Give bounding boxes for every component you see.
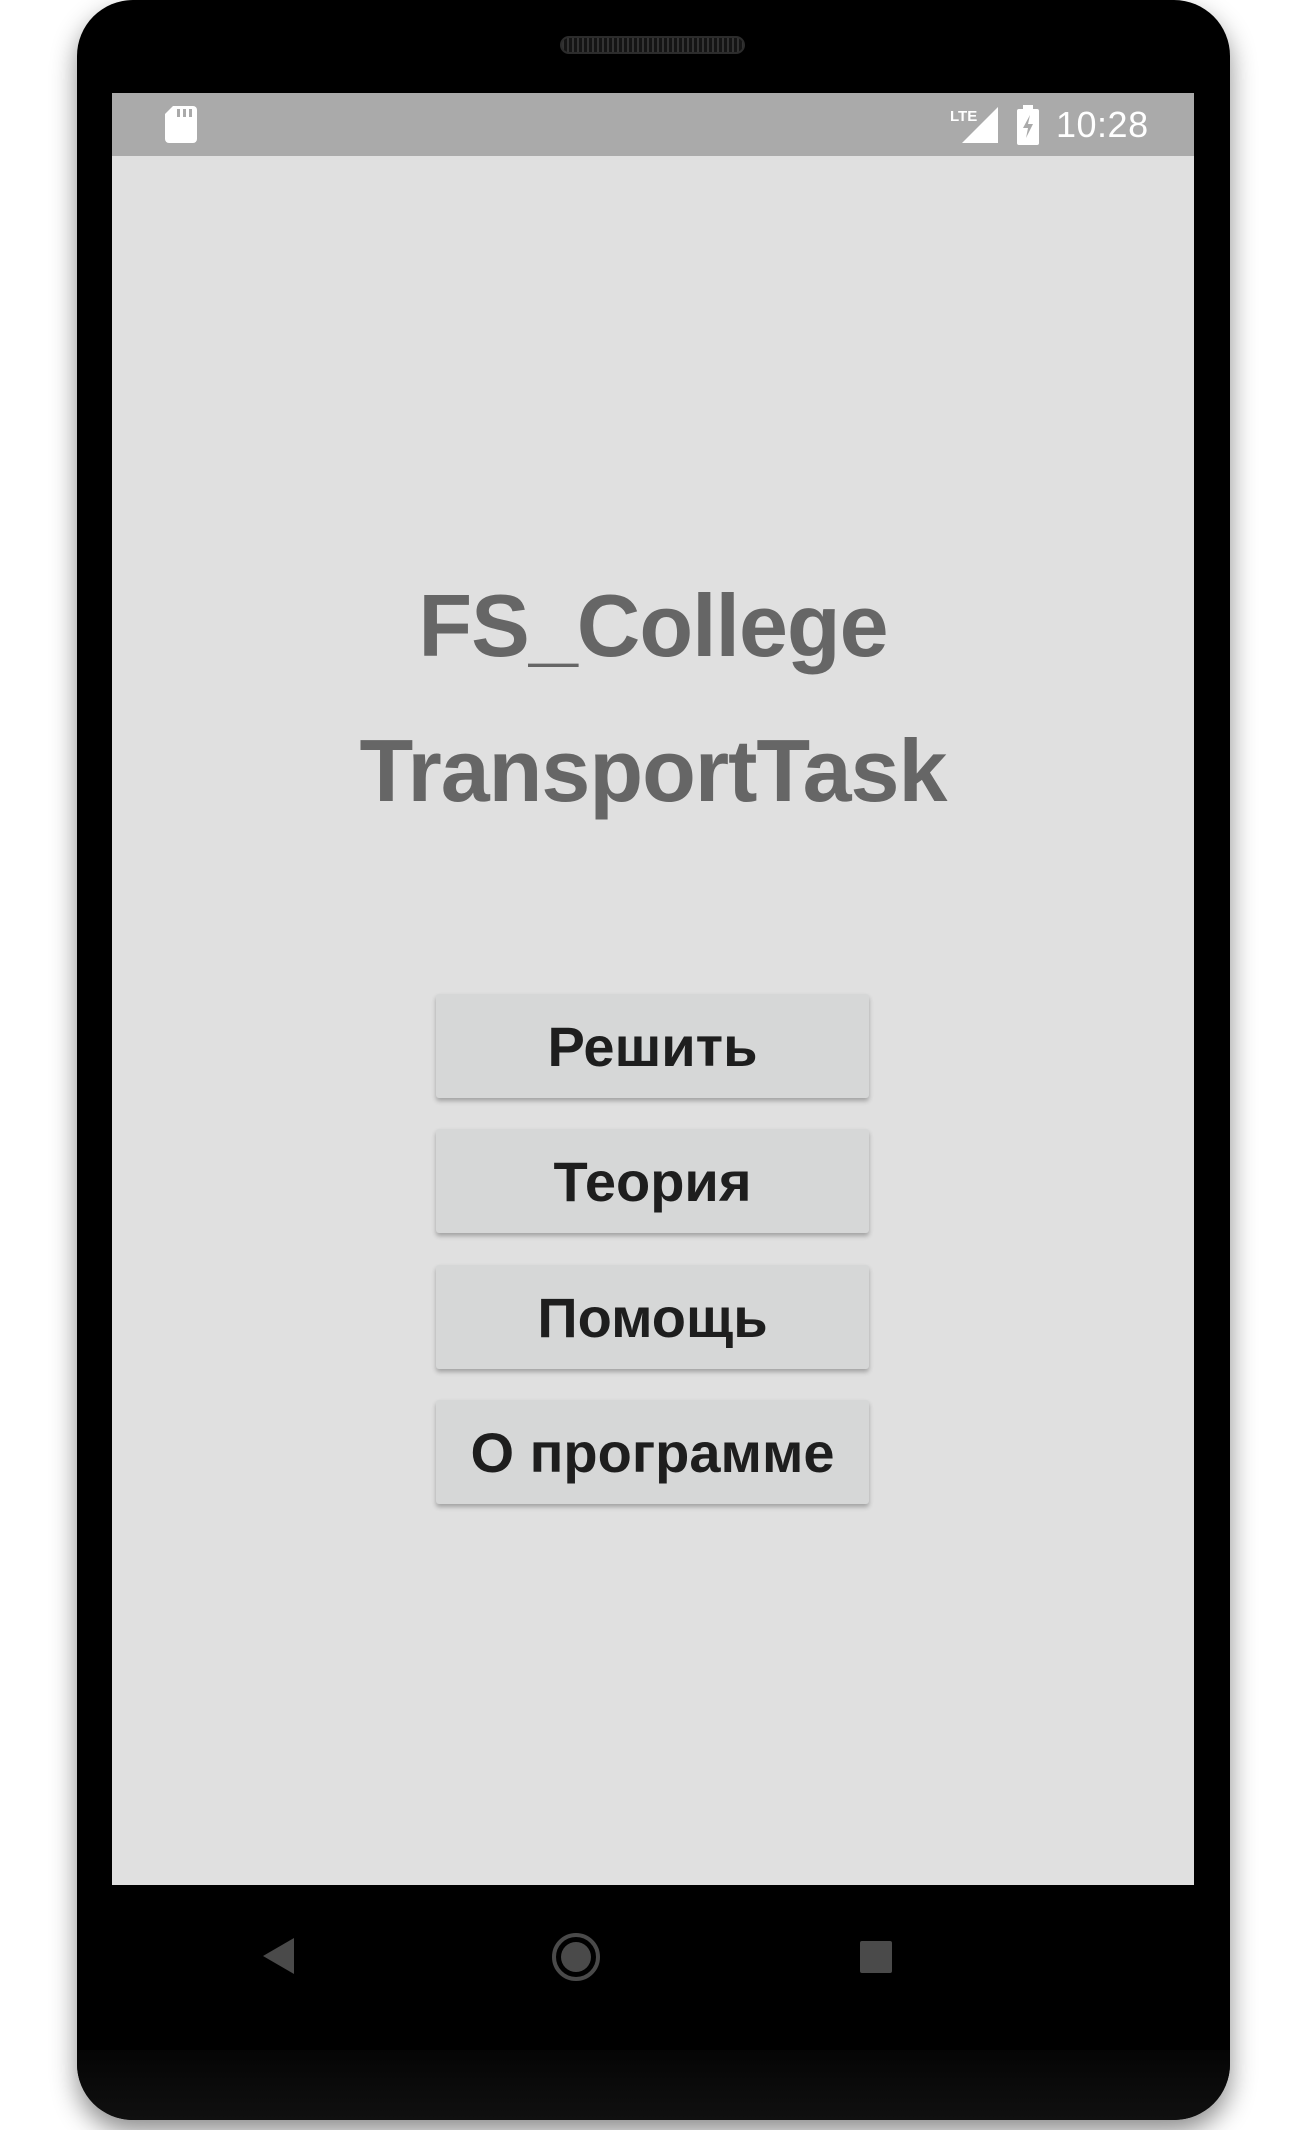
recents-icon[interactable] xyxy=(859,1940,893,1974)
sd-card-icon xyxy=(165,106,197,143)
status-bar: LTE 10:28 xyxy=(112,93,1194,156)
svg-text:LTE: LTE xyxy=(950,108,977,125)
app-title-line-1: FS_College xyxy=(418,576,888,675)
about-button[interactable]: О программе xyxy=(436,1400,869,1504)
status-clock: 10:28 xyxy=(1056,104,1149,145)
earpiece-speaker xyxy=(560,36,745,54)
navigation-bar xyxy=(35,1885,1117,2045)
home-icon[interactable] xyxy=(551,1932,601,1982)
device-chin xyxy=(77,2050,1230,2120)
app-title-line-2: TransportTask xyxy=(359,721,948,820)
solve-button[interactable]: Решить xyxy=(436,994,869,1098)
theory-button[interactable]: Теория xyxy=(436,1129,869,1233)
phone-frame: LTE 10:28 FS_College TransportTask Решит… xyxy=(77,0,1230,2120)
battery-charging-icon xyxy=(1017,105,1039,145)
app-screen: LTE 10:28 FS_College TransportTask Решит… xyxy=(112,93,1194,1885)
lte-signal-icon: LTE xyxy=(950,107,998,143)
back-icon[interactable] xyxy=(260,1936,296,1976)
help-button[interactable]: Помощь xyxy=(436,1265,869,1369)
